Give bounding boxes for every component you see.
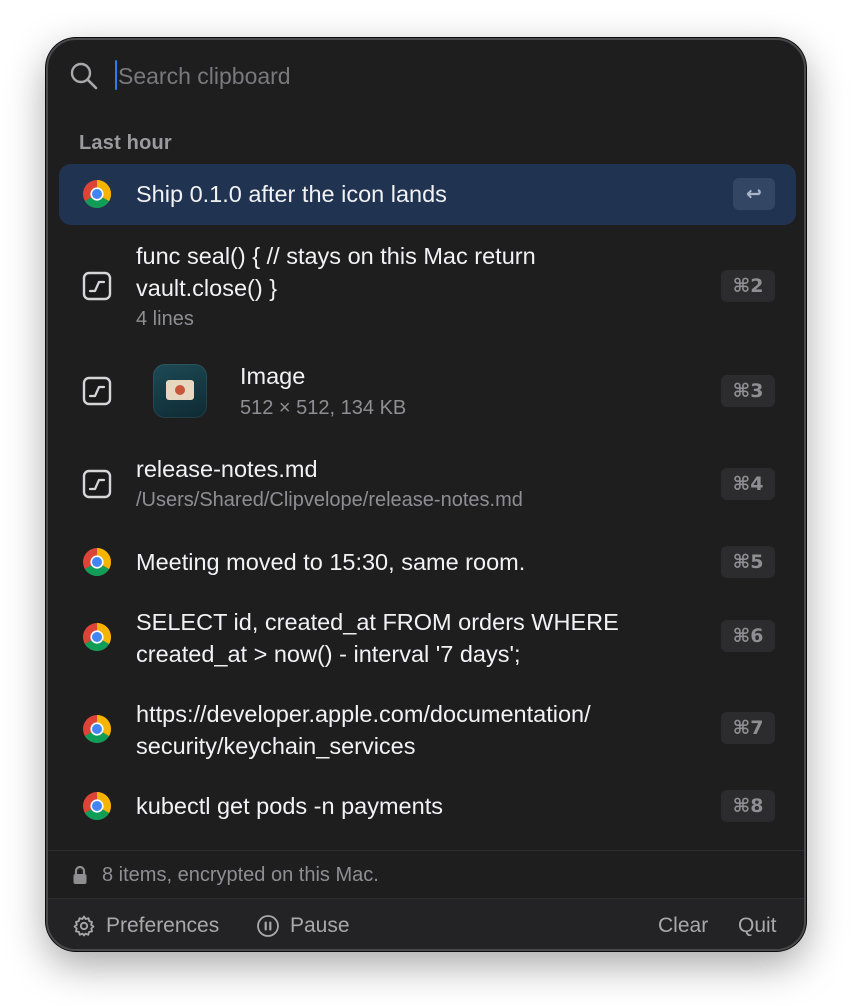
shortcut-badge: ⌘8 xyxy=(721,790,775,822)
footer-divider xyxy=(48,850,804,851)
clip-item-2[interactable]: func seal() { // stays on this Mac retur… xyxy=(59,236,796,336)
clip-item-subtitle: 512 × 512, 134 KB xyxy=(240,397,407,419)
shortcut-badge: ⌘3 xyxy=(721,375,775,407)
clip-item-title: Meeting moved to 15:30, same room. xyxy=(136,549,526,575)
clip-item-title-line-1: SELECT id, created_at FROM orders WHERE xyxy=(136,609,619,635)
chrome-icon xyxy=(83,792,111,820)
search-input[interactable] xyxy=(118,54,758,98)
clip-item-title: Ship 0.1.0 after the icon lands xyxy=(136,181,447,207)
clip-item-6[interactable]: SELECT id, created_at FROM orders WHERE … xyxy=(59,600,796,672)
clip-item-4[interactable]: release-notes.md /Users/Shared/Clipvelop… xyxy=(59,444,796,522)
chrome-icon xyxy=(83,623,111,651)
clip-item-subtitle: /Users/Shared/Clipvelope/release-notes.m… xyxy=(136,489,523,511)
pause-icon xyxy=(257,915,279,937)
search-bar xyxy=(48,40,804,114)
image-thumbnail xyxy=(153,364,207,418)
clip-item-title-line-1: func seal() { // stays on this Mac retur… xyxy=(136,243,536,269)
section-title: Last hour xyxy=(79,132,172,154)
clip-item-7[interactable]: https://developer.apple.com/documentatio… xyxy=(59,692,796,764)
text-caret xyxy=(115,60,117,90)
chrome-icon xyxy=(83,180,111,208)
terminal-icon xyxy=(82,271,112,301)
clip-item-title-line-2: security/keychain_services xyxy=(136,733,416,759)
terminal-icon xyxy=(82,469,112,499)
clip-item-title-line-2: vault.close() } xyxy=(136,275,278,301)
clip-item-1[interactable]: Ship 0.1.0 after the icon lands ↩ xyxy=(59,164,796,225)
status-line: 8 items, encrypted on this Mac. xyxy=(72,862,379,888)
pause-button[interactable]: Pause xyxy=(256,911,350,941)
clip-item-title: kubectl get pods -n payments xyxy=(136,793,443,819)
wax-seal-icon xyxy=(175,385,185,395)
clip-item-title-line-2: created_at > now() - interval '7 days'; xyxy=(136,641,521,667)
lock-icon xyxy=(73,865,87,884)
gear-icon xyxy=(73,915,95,937)
clear-button[interactable]: Clear xyxy=(658,911,708,941)
clip-item-5[interactable]: Meeting moved to 15:30, same room. ⌘5 xyxy=(59,536,796,588)
clip-item-8[interactable]: kubectl get pods -n payments ⌘8 xyxy=(59,780,796,832)
shortcut-badge: ⌘7 xyxy=(721,712,775,744)
chrome-icon xyxy=(83,715,111,743)
return-shortcut: ↩ xyxy=(733,178,775,210)
clip-item-3[interactable]: Image 512 × 512, 134 KB ⌘3 xyxy=(59,350,796,432)
clip-item-title: Image xyxy=(240,363,306,389)
shortcut-badge: ⌘5 xyxy=(721,546,775,578)
clip-item-subtitle: 4 lines xyxy=(136,308,194,330)
search-icon xyxy=(70,62,98,90)
shortcut-badge: ⌘6 xyxy=(721,620,775,652)
clipboard-window: Last hour Ship 0.1.0 after the icon land… xyxy=(46,38,806,951)
chrome-icon xyxy=(83,548,111,576)
shortcut-badge: ⌘4 xyxy=(721,468,775,500)
clip-item-title: release-notes.md xyxy=(136,456,318,482)
clip-item-title-line-1: https://developer.apple.com/documentatio… xyxy=(136,701,591,727)
terminal-icon xyxy=(82,376,112,406)
pause-label: Pause xyxy=(290,914,350,937)
status-text: 8 items, encrypted on this Mac. xyxy=(102,863,379,886)
shortcut-badge: ⌘2 xyxy=(721,270,775,302)
quit-button[interactable]: Quit xyxy=(738,911,777,941)
preferences-label: Preferences xyxy=(106,914,220,937)
preferences-button[interactable]: Preferences xyxy=(72,911,219,941)
footer-bar: Preferences Pause Clear Quit xyxy=(48,898,804,949)
